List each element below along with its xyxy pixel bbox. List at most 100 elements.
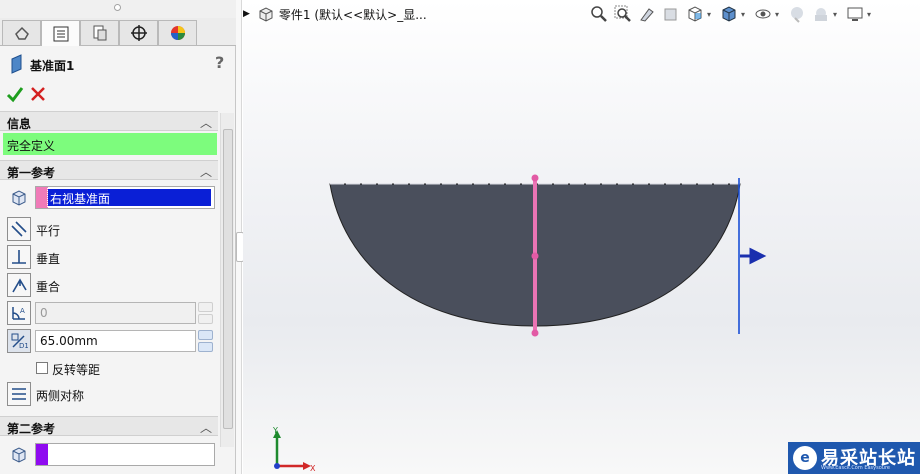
previous-view-icon bbox=[640, 8, 654, 22]
flip-offset-label: 反转等距 bbox=[52, 363, 101, 377]
heads-up-view-toolbar: ▾ ▾ ▾ ▾ ▾ bbox=[587, 3, 877, 25]
angle-input[interactable]: 0 bbox=[35, 302, 196, 324]
status-message: 完全定义 bbox=[3, 133, 217, 155]
distance-icon: D1 bbox=[11, 333, 28, 350]
chevron-down-icon[interactable]: ▾ bbox=[833, 10, 843, 19]
reference-color-swatch bbox=[36, 444, 48, 465]
graphics-area[interactable]: ▶ 零件1 (默认<<默认>_显... ▾ ▾ ▾ ▾ ▾ Y X e 易采站长… bbox=[243, 0, 920, 474]
angle-option-button[interactable]: A bbox=[7, 301, 31, 325]
coincident-icon bbox=[12, 278, 27, 293]
reference-entity-icon bbox=[7, 443, 31, 467]
tab-display-manager[interactable] bbox=[158, 20, 197, 45]
perpendicular-label: 垂直 bbox=[36, 252, 61, 266]
apply-scene-icon bbox=[815, 8, 827, 21]
plane-handle[interactable] bbox=[531, 174, 539, 182]
property-manager-icon bbox=[53, 26, 68, 41]
perpendicular-icon bbox=[12, 250, 26, 264]
display-style-button[interactable] bbox=[717, 3, 741, 25]
coordinate-triad: Y X bbox=[272, 426, 316, 473]
tab-dimxpert-manager[interactable] bbox=[119, 20, 158, 45]
dimxpert-icon bbox=[130, 25, 147, 41]
distance-input[interactable]: 65.00mm bbox=[35, 330, 196, 352]
offset-direction-arrow[interactable] bbox=[740, 247, 767, 265]
feature-title-row: 基准面1 ? bbox=[0, 50, 236, 78]
flyout-feature-tree[interactable]: ▶ 零件1 (默认<<默认>_显... bbox=[243, 4, 427, 24]
second-reference-header[interactable]: 第二参考 ︿ bbox=[0, 416, 218, 436]
second-reference-title: 第二参考 bbox=[7, 422, 56, 436]
watermark-subtitle: Www.Easck.Com Easysoure bbox=[821, 465, 890, 471]
mid-plane-option-button[interactable] bbox=[7, 382, 31, 406]
status-text: 完全定义 bbox=[7, 139, 56, 153]
chevron-up-icon[interactable]: ︿ bbox=[200, 163, 212, 180]
tab-configuration-manager[interactable] bbox=[80, 20, 119, 45]
coincident-label: 重合 bbox=[36, 280, 61, 294]
plane-handle[interactable] bbox=[531, 252, 539, 260]
angle-icon: A bbox=[12, 307, 25, 320]
plane-feature-icon bbox=[11, 54, 22, 74]
view-orientation-button[interactable] bbox=[683, 3, 707, 25]
panel-splitter[interactable] bbox=[236, 0, 244, 474]
help-icon[interactable]: ? bbox=[215, 53, 224, 72]
coincident-option-button[interactable] bbox=[7, 273, 31, 297]
flip-offset-checkbox[interactable] bbox=[36, 362, 48, 374]
first-reference-title: 第一参考 bbox=[7, 166, 56, 180]
section-view-icon bbox=[664, 8, 677, 21]
tab-feature-manager[interactable] bbox=[2, 20, 41, 45]
feature-manager-icon bbox=[14, 26, 29, 40]
chevron-up-icon[interactable]: ︿ bbox=[200, 114, 212, 131]
hide-show-items-button[interactable] bbox=[751, 3, 775, 25]
zoom-to-area-button[interactable] bbox=[611, 3, 635, 25]
site-watermark: e 易采站长站 Www.Easck.Com Easysoure bbox=[788, 442, 920, 474]
mid-plane-label: 两侧对称 bbox=[36, 389, 85, 403]
view-settings-button[interactable] bbox=[843, 3, 867, 25]
edit-appearance-button[interactable] bbox=[785, 3, 809, 25]
perpendicular-option-button[interactable] bbox=[7, 245, 31, 269]
info-group-header[interactable]: 信息 ︿ bbox=[0, 111, 218, 131]
previous-view-button[interactable] bbox=[635, 3, 659, 25]
manager-tabs bbox=[0, 18, 236, 46]
configuration-manager-icon bbox=[93, 25, 106, 41]
y-axis-label: Y bbox=[272, 426, 278, 435]
chevron-down-icon[interactable]: ▾ bbox=[707, 10, 717, 19]
hide-show-items-icon bbox=[755, 9, 771, 19]
part-icon bbox=[259, 7, 273, 22]
svg-text:A: A bbox=[20, 307, 25, 315]
panel-scrollbar[interactable] bbox=[220, 113, 234, 447]
panel-resize-grip[interactable] bbox=[0, 0, 236, 18]
scrollbar-thumb[interactable] bbox=[223, 129, 233, 429]
first-reference-value: 右视基准面 bbox=[47, 188, 212, 207]
x-axis-label: X bbox=[310, 464, 316, 473]
apply-scene-button[interactable] bbox=[809, 3, 833, 25]
angle-stepper[interactable] bbox=[198, 302, 213, 324]
first-reference-selection[interactable]: 右视基准面 bbox=[35, 186, 215, 209]
parallel-option-button[interactable] bbox=[7, 217, 31, 241]
distance-stepper[interactable] bbox=[198, 330, 213, 352]
chevron-up-icon[interactable]: ︿ bbox=[200, 419, 212, 436]
reference-color-swatch bbox=[36, 187, 48, 208]
view-settings-icon bbox=[847, 7, 863, 21]
cancel-button[interactable] bbox=[29, 84, 47, 104]
property-manager-panel: 基准面1 ? 信息 ︿ 完全定义 第一参考 ︿ 右视基准面 平行 垂直 重合 A… bbox=[0, 0, 236, 474]
second-reference-selection[interactable] bbox=[35, 443, 215, 466]
second-reference-value bbox=[48, 446, 52, 463]
tab-property-manager[interactable] bbox=[41, 20, 80, 46]
zoom-to-fit-icon bbox=[591, 6, 607, 22]
zoom-to-fit-button[interactable] bbox=[587, 3, 611, 25]
distance-option-button[interactable]: D1 bbox=[7, 329, 31, 353]
chevron-down-icon[interactable]: ▾ bbox=[867, 10, 877, 19]
zoom-to-area-icon bbox=[614, 5, 631, 22]
expand-arrow-icon[interactable]: ▶ bbox=[243, 9, 250, 19]
model-viewport[interactable] bbox=[243, 0, 920, 474]
chevron-down-icon[interactable]: ▾ bbox=[741, 10, 751, 19]
parallel-icon bbox=[11, 221, 27, 237]
view-orientation-icon bbox=[688, 6, 702, 22]
chevron-down-icon[interactable]: ▾ bbox=[775, 10, 785, 19]
ok-button[interactable] bbox=[6, 84, 24, 104]
parallel-label: 平行 bbox=[36, 224, 61, 238]
info-group-title: 信息 bbox=[7, 117, 32, 131]
part-name-label: 零件1 (默认<<默认>_显... bbox=[278, 7, 427, 22]
plane-handle[interactable] bbox=[531, 329, 539, 337]
watermark-logo: e bbox=[793, 446, 817, 470]
section-view-button[interactable] bbox=[659, 3, 683, 25]
first-reference-header[interactable]: 第一参考 ︿ bbox=[0, 160, 218, 180]
